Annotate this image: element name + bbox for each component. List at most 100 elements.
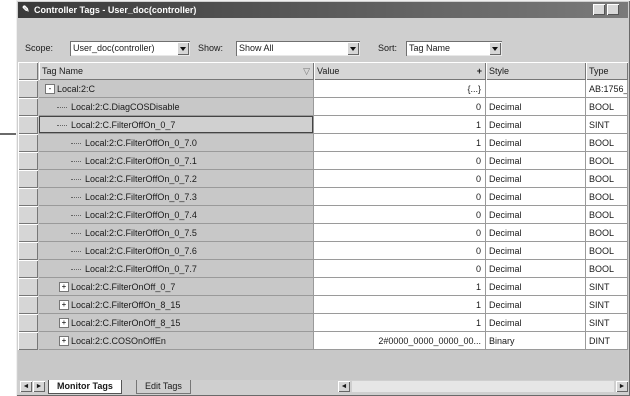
type-cell[interactable]: BOOL (586, 134, 628, 152)
style-cell[interactable]: Decimal (486, 296, 586, 314)
row-header[interactable] (18, 116, 38, 134)
type-cell[interactable]: AB:1756_ (586, 80, 628, 98)
column-header-style[interactable]: Style (486, 62, 586, 80)
table-row[interactable]: Local:2:C.FilterOffOn_0_7.1 0 Decimal BOOL (18, 152, 628, 170)
value-cell[interactable]: 0 (314, 188, 486, 206)
value-cell[interactable]: 0 (314, 206, 486, 224)
tab-scroll-left-icon[interactable]: ◄ (20, 381, 32, 392)
row-header[interactable] (18, 224, 38, 242)
tag-name-cell[interactable]: - Local:2:C (39, 80, 314, 98)
row-header[interactable] (18, 188, 38, 206)
value-cell[interactable]: 1 (314, 296, 486, 314)
filter-icon[interactable]: ▽ (303, 62, 310, 80)
row-header[interactable] (18, 314, 38, 332)
tag-name-cell[interactable]: Local:2:C.FilterOffOn_0_7.4 (39, 206, 314, 224)
table-row[interactable]: Local:2:C.FilterOffOn_0_7.7 0 Decimal BOOL (18, 260, 628, 278)
scope-dropdown[interactable]: User_doc(controller) (70, 41, 190, 56)
row-header[interactable] (18, 152, 38, 170)
column-header-tag-name[interactable]: Tag Name ▽ (39, 62, 314, 80)
style-cell[interactable]: Decimal (486, 314, 586, 332)
type-cell[interactable]: BOOL (586, 206, 628, 224)
type-cell[interactable]: BOOL (586, 152, 628, 170)
column-header-value[interactable]: Value + (314, 62, 486, 80)
row-header[interactable] (18, 98, 38, 116)
row-header[interactable] (18, 206, 38, 224)
value-cell[interactable]: 1 (314, 116, 486, 134)
value-cell[interactable]: 0 (314, 260, 486, 278)
tag-name-cell[interactable]: Local:2:C.FilterOffOn_0_7.1 (39, 152, 314, 170)
style-cell[interactable]: Decimal (486, 188, 586, 206)
value-cell[interactable]: 1 (314, 134, 486, 152)
hscroll-left-icon[interactable]: ◄ (338, 381, 350, 392)
row-header[interactable] (18, 296, 38, 314)
row-header[interactable] (18, 242, 38, 260)
horizontal-scrollbar[interactable] (352, 381, 614, 392)
tag-name-cell[interactable]: Local:2:C.FilterOffOn_0_7.3 (39, 188, 314, 206)
hscroll-right-icon[interactable]: ► (616, 381, 628, 392)
type-cell[interactable]: BOOL (586, 260, 628, 278)
table-row[interactable]: Local:2:C.FilterOffOn_0_7.5 0 Decimal BOOL (18, 224, 628, 242)
chevron-down-icon[interactable] (347, 42, 359, 55)
tag-name-cell[interactable]: + Local:2:C.COSOnOffEn (39, 332, 314, 350)
value-cell[interactable]: 0 (314, 98, 486, 116)
tag-name-cell[interactable]: Local:2:C.FilterOffOn_0_7.6 (39, 242, 314, 260)
type-cell[interactable]: SINT (586, 278, 628, 296)
value-cell[interactable]: 0 (314, 170, 486, 188)
table-row[interactable]: Local:2:C.FilterOffOn_0_7 1 Decimal SINT (18, 116, 628, 134)
tab-monitor-tags[interactable]: Monitor Tags (48, 380, 122, 394)
sort-dropdown[interactable]: Tag Name (406, 41, 502, 56)
style-cell[interactable]: Decimal (486, 134, 586, 152)
chevron-down-icon[interactable] (489, 42, 501, 55)
sort-icon[interactable]: + (477, 62, 482, 80)
expand-icon[interactable]: + (59, 300, 69, 310)
style-cell[interactable]: Decimal (486, 206, 586, 224)
expand-icon[interactable]: + (59, 282, 69, 292)
value-cell[interactable]: 0 (314, 224, 486, 242)
minimize-button[interactable] (593, 4, 605, 15)
type-cell[interactable]: SINT (586, 296, 628, 314)
show-dropdown[interactable]: Show All (236, 41, 360, 56)
row-header[interactable] (18, 278, 38, 296)
style-cell[interactable]: Decimal (486, 278, 586, 296)
style-cell[interactable]: Decimal (486, 170, 586, 188)
tag-name-cell[interactable]: Local:2:C.FilterOffOn_0_7.5 (39, 224, 314, 242)
tag-name-cell[interactable]: Local:2:C.FilterOffOn_0_7.2 (39, 170, 314, 188)
tag-name-cell[interactable]: Local:2:C.FilterOffOn_0_7 (39, 116, 314, 134)
row-header[interactable] (18, 332, 38, 350)
maximize-button[interactable] (607, 4, 619, 15)
type-cell[interactable]: DINT (586, 332, 628, 350)
style-cell[interactable]: Decimal (486, 116, 586, 134)
tag-name-cell[interactable]: + Local:2:C.FilterOnOff_8_15 (39, 314, 314, 332)
expand-icon[interactable]: + (59, 318, 69, 328)
expand-icon[interactable]: + (59, 336, 69, 346)
tab-edit-tags[interactable]: Edit Tags (136, 380, 191, 394)
table-row[interactable]: + Local:2:C.FilterOffOn_8_15 1 Decimal SINT (18, 296, 628, 314)
style-cell[interactable]: Decimal (486, 242, 586, 260)
value-cell[interactable]: 0 (314, 242, 486, 260)
table-row[interactable]: Local:2:C.DiagCOSDisable 0 Decimal BOOL (18, 98, 628, 116)
column-header-type[interactable]: Type (586, 62, 628, 80)
table-row[interactable]: Local:2:C.FilterOffOn_0_7.4 0 Decimal BOOL (18, 206, 628, 224)
type-cell[interactable]: SINT (586, 314, 628, 332)
type-cell[interactable]: BOOL (586, 188, 628, 206)
style-cell[interactable]: Binary (486, 332, 586, 350)
table-row[interactable]: Local:2:C.FilterOffOn_0_7.6 0 Decimal BOOL (18, 242, 628, 260)
tag-name-cell[interactable]: Local:2:C.DiagCOSDisable (39, 98, 314, 116)
chevron-down-icon[interactable] (177, 42, 189, 55)
table-row[interactable]: - Local:2:C {...} AB:1756_ (18, 80, 628, 98)
tag-name-cell[interactable]: + Local:2:C.FilterOnOff_0_7 (39, 278, 314, 296)
tag-name-cell[interactable]: Local:2:C.FilterOffOn_0_7.0 (39, 134, 314, 152)
table-row[interactable]: Local:2:C.FilterOffOn_0_7.2 0 Decimal BOOL (18, 170, 628, 188)
style-cell[interactable] (486, 80, 586, 98)
value-cell[interactable]: 2#0000_0000_0000_00... (314, 332, 486, 350)
value-cell[interactable]: 1 (314, 314, 486, 332)
style-cell[interactable]: Decimal (486, 98, 586, 116)
style-cell[interactable]: Decimal (486, 260, 586, 278)
value-cell[interactable]: {...} (314, 80, 486, 98)
type-cell[interactable]: BOOL (586, 242, 628, 260)
value-cell[interactable]: 0 (314, 152, 486, 170)
row-header[interactable] (18, 170, 38, 188)
table-row[interactable]: Local:2:C.FilterOffOn_0_7.0 1 Decimal BOOL (18, 134, 628, 152)
type-cell[interactable]: BOOL (586, 98, 628, 116)
row-header[interactable] (18, 80, 38, 98)
